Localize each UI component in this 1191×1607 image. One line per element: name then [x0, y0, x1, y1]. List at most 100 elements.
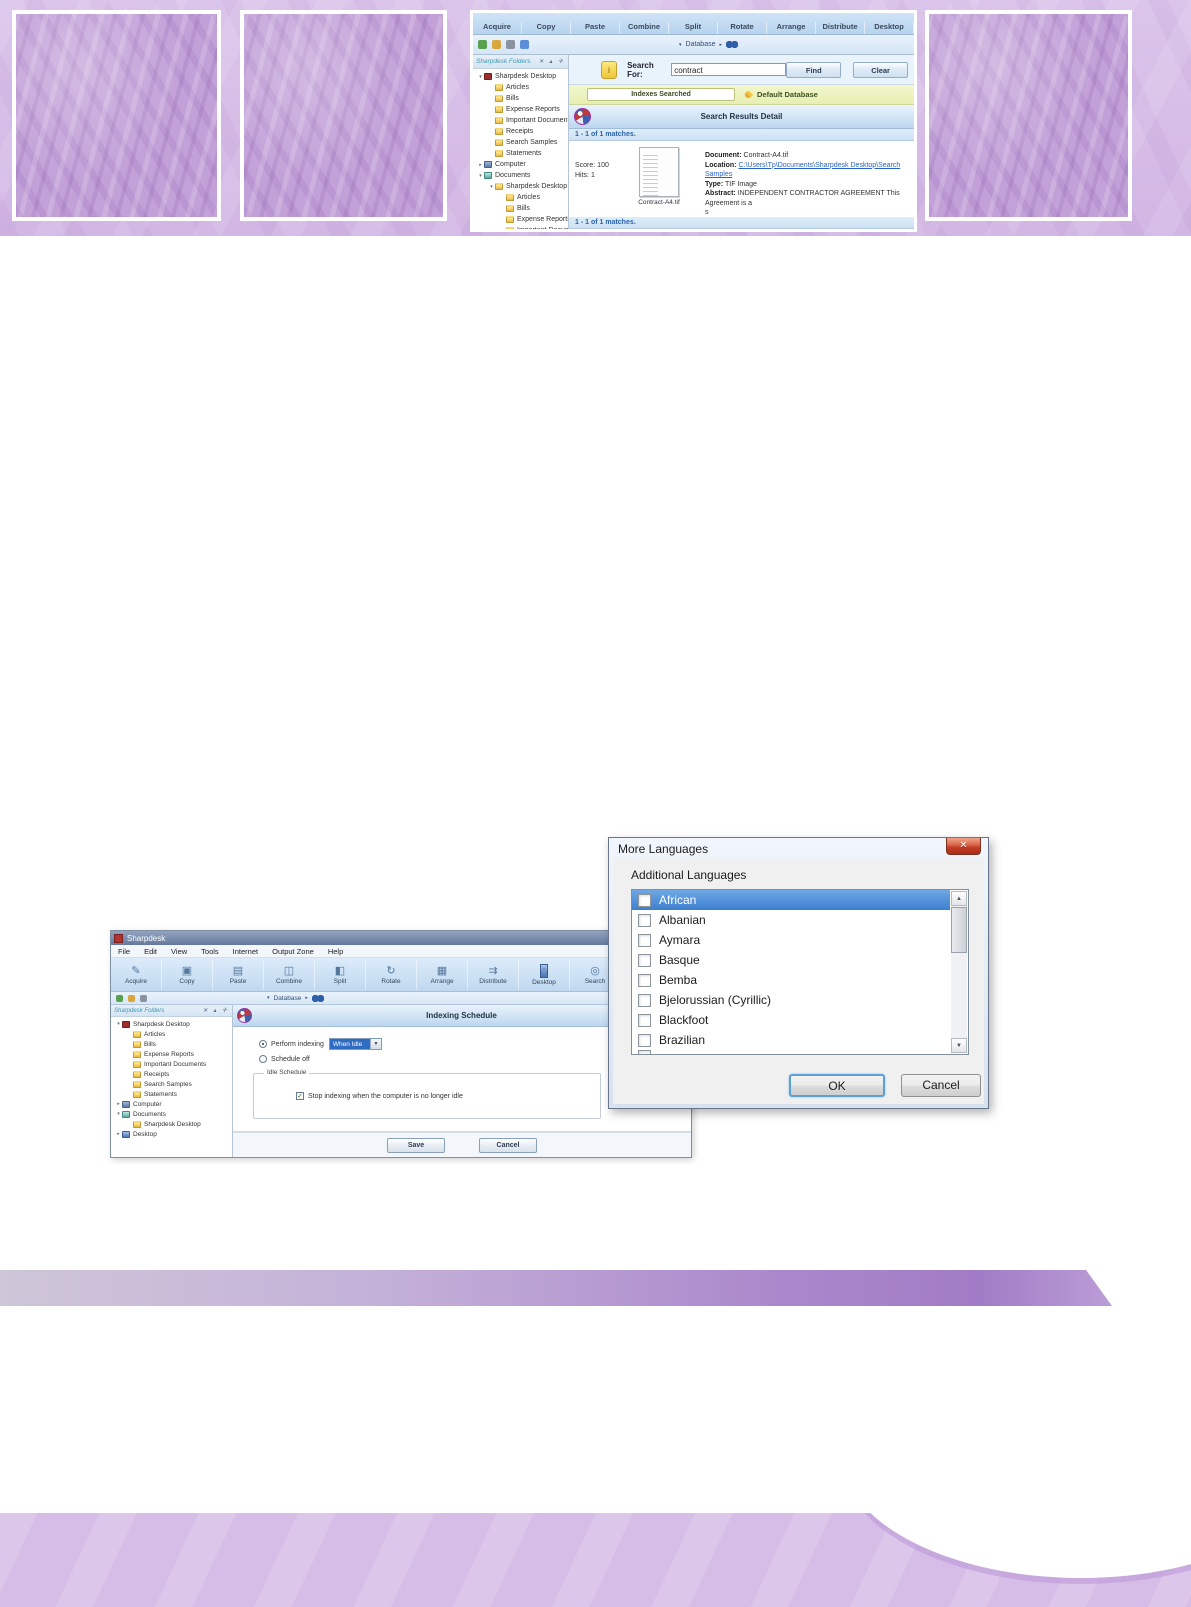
tree-item[interactable]: Important Documents	[111, 1059, 232, 1069]
stop-indexing-checkbox[interactable]: ✓	[296, 1092, 304, 1100]
toolbar-button[interactable]: ▣ Copy	[162, 960, 213, 990]
search-result-row[interactable]: Score: 100 Hits: 1 Contract-A4.tif Docum…	[569, 141, 914, 217]
tree-item[interactable]: Expense Reports	[473, 104, 568, 115]
chevron-down-icon[interactable]: ▾	[679, 42, 682, 48]
tree-item[interactable]: Important Documents	[473, 115, 568, 126]
result-thumbnail[interactable]: Contract-A4.tif	[623, 141, 695, 217]
panel-buttons[interactable]: ✕ ▴ ✛	[539, 58, 565, 65]
refresh-icon[interactable]	[478, 40, 487, 49]
language-checkbox[interactable]	[638, 914, 651, 927]
document-thumbnail-image[interactable]	[639, 147, 679, 197]
toolbar-button[interactable]: ◫ Combine	[264, 960, 315, 990]
tree-item[interactable]: Search Samples	[473, 137, 568, 148]
tree-item[interactable]: ▸ Desktop	[111, 1129, 232, 1139]
toolbar-button[interactable]: Acquire	[473, 22, 522, 34]
binoculars-icon[interactable]	[312, 995, 324, 1002]
language-list-item[interactable]: Basque	[632, 950, 950, 970]
tree-item[interactable]: Bills	[473, 93, 568, 104]
indexes-searched-button[interactable]: Indexes Searched	[587, 88, 735, 101]
tree-item[interactable]: Articles	[473, 82, 568, 93]
close-icon[interactable]: ✕	[946, 838, 981, 855]
save-button[interactable]: Save	[387, 1138, 445, 1153]
open-icon[interactable]	[492, 40, 501, 49]
expand-icon[interactable]: ▾	[488, 184, 495, 190]
menu-item[interactable]: View	[164, 947, 194, 956]
expand-icon[interactable]: ▾	[477, 74, 484, 80]
print-icon[interactable]	[140, 995, 147, 1002]
toolbar-button[interactable]: ◧ Split	[315, 960, 366, 990]
tree-item[interactable]: Search Samples	[111, 1079, 232, 1089]
ok-button[interactable]: OK	[789, 1074, 885, 1097]
scroll-down-icon[interactable]: ▼	[951, 1038, 967, 1053]
toolbar-button[interactable]: ⇉ Distribute	[468, 960, 519, 990]
tree-item[interactable]: Statements	[111, 1089, 232, 1099]
toolbar-button[interactable]: ↻ Rotate	[366, 960, 417, 990]
toolbar-button[interactable]: Combine	[620, 22, 669, 34]
database-dropdown[interactable]: Database	[686, 41, 716, 48]
language-list-item[interactable]: African	[632, 890, 950, 910]
perform-indexing-radio[interactable]	[259, 1040, 267, 1048]
dialog-titlebar[interactable]: More Languages ✕	[609, 838, 988, 859]
scrollbar[interactable]: ▲▼	[951, 891, 967, 1053]
tree-item[interactable]: Receipts	[473, 126, 568, 137]
toolbar-button[interactable]: Paste	[571, 22, 620, 34]
language-list-item[interactable]: Bjelorussian (Cyrillic)	[632, 990, 950, 1010]
toolbar-button[interactable]: Copy	[522, 22, 571, 34]
clear-button[interactable]: Clear	[853, 62, 908, 78]
tree-item[interactable]: Receipts	[111, 1069, 232, 1079]
language-checkbox[interactable]	[638, 934, 651, 947]
toolbar-button[interactable]: Desktop	[865, 22, 914, 34]
find-button[interactable]: Find	[786, 62, 841, 78]
menu-item[interactable]: Help	[321, 947, 350, 956]
toolbar-button[interactable]: ▤ Paste	[213, 960, 264, 990]
tree-item[interactable]: Articles	[473, 192, 568, 203]
tree-item[interactable]: ▸ Computer	[111, 1099, 232, 1109]
tree-item[interactable]: Statements	[473, 148, 568, 159]
toolbar-button[interactable]: ⌂ Desktop	[519, 960, 570, 990]
expand-icon[interactable]: ▸	[115, 1101, 122, 1107]
window-titlebar[interactable]: Sharpdesk	[111, 931, 691, 945]
language-checkbox[interactable]	[638, 954, 651, 967]
tree-item[interactable]: ▾ Sharpdesk Desktop	[473, 71, 568, 82]
scrollbar-thumb[interactable]	[951, 907, 967, 953]
language-list-item[interactable]: Aymara	[632, 930, 950, 950]
expand-icon[interactable]: ▾	[115, 1111, 122, 1117]
tree-item[interactable]: Bills	[473, 203, 568, 214]
menu-item[interactable]: Output Zone	[265, 947, 321, 956]
toolbar-button[interactable]: Split	[669, 22, 718, 34]
language-list-item-partial[interactable]	[632, 1050, 950, 1055]
tree-item[interactable]: ▸ Computer	[473, 159, 568, 170]
toolbar-button[interactable]: Rotate	[718, 22, 767, 34]
menu-item[interactable]: Edit	[137, 947, 164, 956]
schedule-off-radio[interactable]	[259, 1055, 267, 1063]
database-dropdown[interactable]: Database	[274, 995, 302, 1002]
language-list-item[interactable]: Brazilian	[632, 1030, 950, 1050]
panel-buttons[interactable]: ✕ ▴ ✛	[203, 1007, 229, 1014]
chevron-down-icon[interactable]: ▼	[370, 1039, 381, 1049]
tree-item[interactable]: ▾ Sharpdesk Desktop	[473, 181, 568, 192]
toolbar-button[interactable]: Arrange	[767, 22, 816, 34]
tree-item[interactable]: Expense Reports	[473, 214, 568, 225]
binoculars-icon[interactable]	[726, 41, 738, 48]
open-icon[interactable]	[128, 995, 135, 1002]
language-checkbox[interactable]	[638, 1014, 651, 1027]
tree-item[interactable]: ▾ Sharpdesk Desktop	[111, 1019, 232, 1029]
language-checkbox[interactable]	[638, 1034, 651, 1047]
tree-item[interactable]: ▾ Documents	[473, 170, 568, 181]
chevron-down-icon[interactable]: ▾	[267, 995, 270, 1001]
language-list-item[interactable]: Bemba	[632, 970, 950, 990]
tree-item[interactable]: Bills	[111, 1039, 232, 1049]
expand-icon[interactable]: ▾	[115, 1021, 122, 1027]
language-checkbox[interactable]	[638, 994, 651, 1007]
cancel-button[interactable]: Cancel	[479, 1138, 537, 1153]
language-checkbox[interactable]	[638, 1050, 651, 1055]
tree-item[interactable]: ▾ Documents	[111, 1109, 232, 1119]
tree-item[interactable]: Articles	[111, 1029, 232, 1039]
expand-icon[interactable]: ▾	[477, 173, 484, 179]
indexing-schedule-dropdown[interactable]: When Idle ▼	[329, 1038, 382, 1050]
cancel-button[interactable]: Cancel	[901, 1074, 981, 1097]
menu-item[interactable]: Internet	[226, 947, 265, 956]
toolbar-button[interactable]: Distribute	[816, 22, 865, 34]
tree-item[interactable]: Expense Reports	[111, 1049, 232, 1059]
expand-icon[interactable]: ▸	[477, 162, 484, 168]
